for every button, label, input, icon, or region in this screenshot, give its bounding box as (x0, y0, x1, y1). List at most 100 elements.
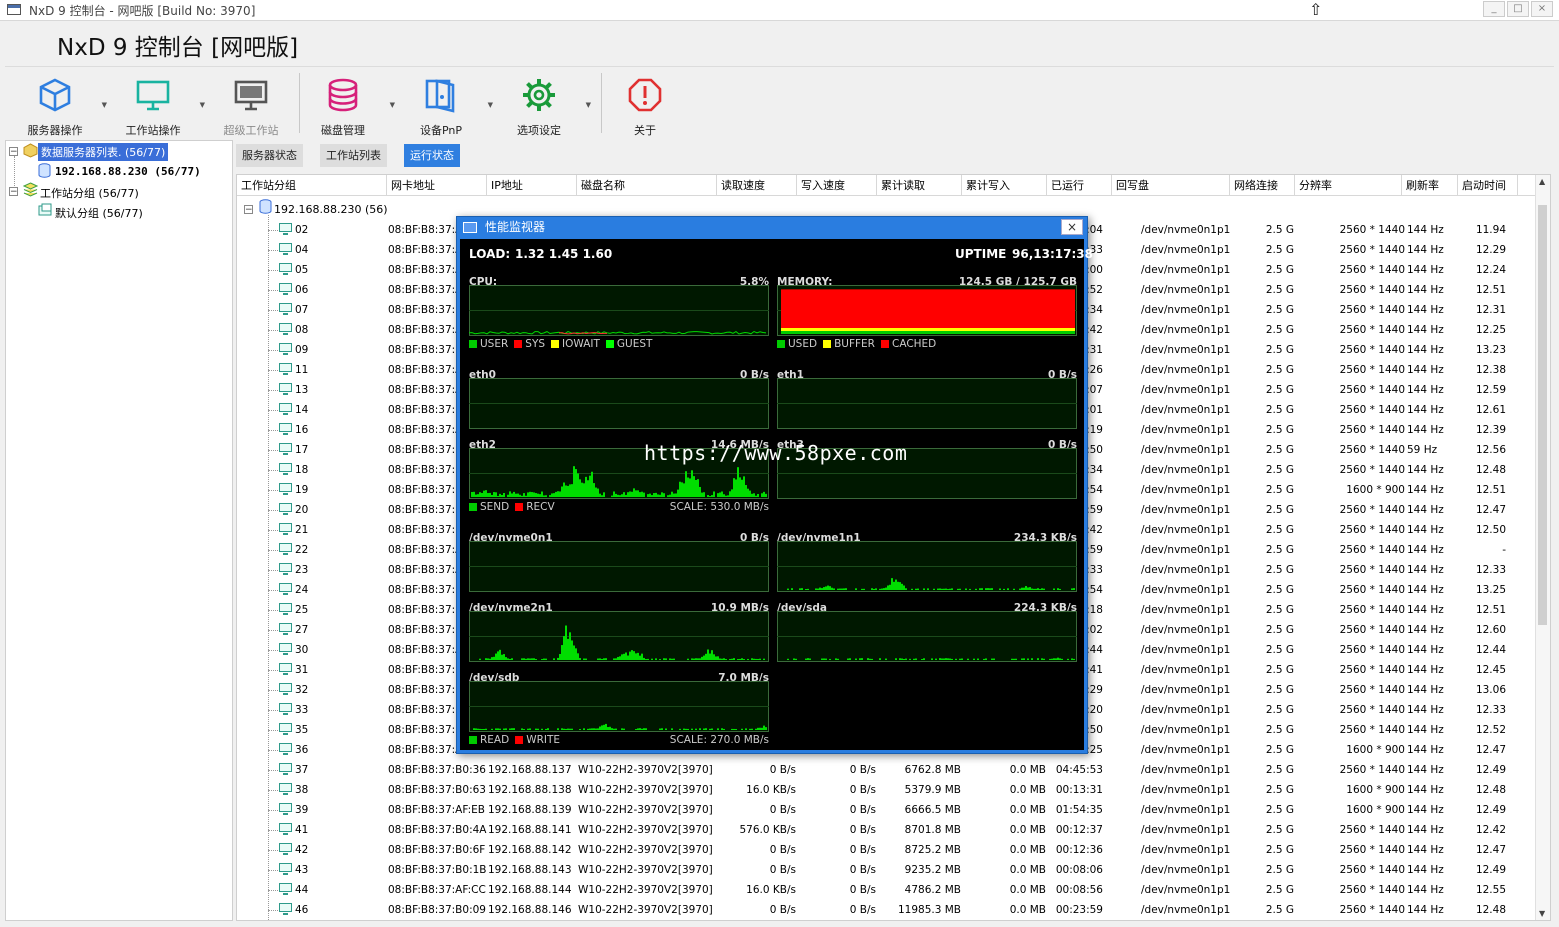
table-row[interactable]: 44 08:BF:B8:37:AF:CC 192.168.88.144 W10-22H… (237, 880, 1537, 900)
table-row[interactable]: 37 08:BF:B8:37:B0:36 192.168.88.137 W10-22H… (237, 760, 1537, 780)
chevron-down-icon[interactable]: ▼ (586, 101, 591, 109)
cell-network: 2.5 G (1265, 844, 1294, 856)
grid-group-row[interactable]: 192.168.88.230 (56) (274, 203, 388, 216)
grid-header-col-workstation-group[interactable]: 工作站分组 (237, 175, 387, 195)
cell-refresh-rate: 144 Hz (1407, 264, 1444, 276)
table-row[interactable]: 38 08:BF:B8:37:B0:63 192.168.88.138 W10-22H… (237, 780, 1537, 800)
cell-boot-time: 12.51 (1475, 604, 1506, 616)
toolbar-separator (299, 73, 300, 133)
chevron-down-icon[interactable]: ▼ (102, 101, 107, 109)
grid-header-col-refresh-rate[interactable]: 刷新率 (1402, 175, 1458, 195)
chevron-down-icon[interactable]: ▼ (390, 101, 395, 109)
cell-workstation-name: 27 (295, 624, 309, 636)
tree-default-group[interactable]: 默认分组 (56/77) (55, 205, 143, 221)
table-row[interactable]: 42 08:BF:B8:37:B0:6F 192.168.88.142 W10-22H… (237, 840, 1537, 860)
super-workstation-button[interactable]: 超级工作站 (215, 69, 287, 139)
scroll-down-icon[interactable]: ▼ (1539, 909, 1545, 918)
grid-header-col-write-speed[interactable]: 写入速度 (797, 175, 877, 195)
cell-boot-time: 12.24 (1475, 264, 1506, 276)
perf-titlebar[interactable]: 性能监视器 (457, 217, 1087, 238)
gear-icon (523, 79, 555, 111)
scroll-up-icon[interactable]: ▲ (1539, 177, 1545, 186)
cell-read-speed: 16.0 KB/s (746, 884, 796, 896)
cell-network: 2.5 G (1265, 704, 1294, 716)
collapse-toggle[interactable]: − (9, 147, 18, 157)
collapse-toggle[interactable]: − (9, 187, 18, 197)
cell-workstation-name: 17 (295, 444, 309, 456)
cell-resolution: 2560 * 1440 (1339, 884, 1405, 896)
perf-close-button[interactable]: × (1061, 219, 1083, 235)
device-pnp-icon (425, 79, 455, 113)
cell-writeback-disk: /dev/nvme0n1p1 (1141, 484, 1231, 496)
close-window-button[interactable]: × (1531, 1, 1553, 17)
table-row[interactable]: 41 08:BF:B8:37:B0:4A 192.168.88.141 W10-22H… (237, 820, 1537, 840)
device-pnp-button[interactable]: 设备PnP ▼ (405, 69, 493, 139)
grid-header-col-network[interactable]: 网络连接 (1230, 175, 1295, 195)
legend-label: IOWAIT (562, 338, 600, 350)
cell-network: 2.5 G (1265, 904, 1294, 916)
grid-header-col-uptime[interactable]: 已运行 (1047, 175, 1112, 195)
workstation-icon (279, 583, 292, 595)
server-ops-button[interactable]: 服务器操作 ▼ (19, 69, 107, 139)
maximize-button[interactable]: □ (1507, 1, 1529, 17)
cell-write-speed: 0 B/s (849, 784, 876, 796)
cell-network: 2.5 G (1265, 564, 1294, 576)
tree-server-list[interactable]: 数据服务器列表. (56/77) (38, 143, 169, 161)
options-button[interactable]: 选项设定 ▼ (503, 69, 591, 139)
cell-network: 2.5 G (1265, 764, 1294, 776)
table-row[interactable]: 39 08:BF:B8:37:AF:EB 192.168.88.139 W10-22H… (237, 800, 1537, 820)
memory-buffer-area (781, 328, 1075, 331)
cell-resolution: 2560 * 1440 (1339, 284, 1405, 296)
workstation-icon (279, 243, 292, 255)
cell-disk-name: W10-22H2-3970V2[3970] (578, 864, 713, 876)
cell-resolution: 2560 * 1440 (1339, 644, 1405, 656)
workstation-icon (279, 763, 292, 775)
tree-line (268, 850, 278, 851)
tree-server-ip[interactable]: 192.168.88.230 (56/77) (55, 165, 201, 178)
group-layers-icon (23, 182, 38, 197)
grid-header-col-total-write[interactable]: 累计写入 (962, 175, 1047, 195)
cell-resolution: 2560 * 1440 (1339, 424, 1405, 436)
scrollbar-thumb[interactable] (1538, 205, 1547, 625)
grid-header-col-disk-name[interactable]: 磁盘名称 (577, 175, 717, 195)
chevron-down-icon[interactable]: ▼ (488, 101, 493, 109)
options-label: 选项设定 (517, 124, 561, 137)
cell-boot-time: 12.33 (1475, 564, 1506, 576)
cell-resolution: 2560 * 1440 (1339, 824, 1405, 836)
cell-read-speed: 576.0 KB/s (739, 824, 797, 836)
cell-refresh-rate: 144 Hz (1407, 284, 1444, 296)
grid-header-col-ip[interactable]: IP地址 (487, 175, 577, 195)
cell-workstation-name: 37 (295, 764, 309, 776)
collapse-toggle[interactable]: − (244, 205, 253, 215)
cell-network: 2.5 G (1265, 464, 1294, 476)
grid-header-col-read-speed[interactable]: 读取速度 (717, 175, 797, 195)
disk-management-button[interactable]: 磁盘管理 ▼ (307, 69, 395, 139)
grid-header-col-boot-time[interactable]: 启动时间 (1458, 175, 1518, 195)
cell-resolution: 2560 * 1440 (1339, 264, 1405, 276)
workstation-ops-button[interactable]: 工作站操作 ▼ (117, 69, 205, 139)
table-row[interactable]: 46 08:BF:B8:37:B0:09 192.168.88.146 W10-22H… (237, 900, 1537, 920)
workstation-icon (279, 363, 292, 375)
vertical-scrollbar[interactable]: ▲ ▼ (1535, 175, 1550, 920)
chevron-down-icon[interactable]: ▼ (200, 101, 205, 109)
panel-nvme1n1-graph (777, 541, 1077, 592)
grid-header-col-total-read[interactable]: 累计读取 (877, 175, 962, 195)
minimize-button[interactable]: _ (1483, 1, 1505, 17)
grid-header-col-mac[interactable]: 网卡地址 (387, 175, 487, 195)
tab-running-status[interactable]: 运行状态 (404, 144, 460, 167)
cell-refresh-rate: 144 Hz (1407, 404, 1444, 416)
tree-workstation-groups[interactable]: 工作站分组 (56/77) (40, 185, 139, 201)
cell-mac: 08:BF:B8:37:B0:4A (388, 824, 487, 836)
grid-header-col-writeback-disk[interactable]: 回写盘 (1112, 175, 1230, 195)
cell-workstation-name: 14 (295, 404, 309, 416)
cell-network: 2.5 G (1265, 604, 1294, 616)
table-row[interactable]: 43 08:BF:B8:37:B0:1B 192.168.88.143 W10-22H… (237, 860, 1537, 880)
grid-header-col-resolution[interactable]: 分辨率 (1295, 175, 1402, 195)
tab-workstation-list[interactable]: 工作站列表 (320, 144, 387, 167)
grid-header: 工作站分组 网卡地址 IP地址 磁盘名称 读取速度 写入速度 累计读取 累计写入 已运行 回写盘网… (237, 175, 1550, 196)
database-icon (38, 163, 51, 178)
cell-resolution: 2560 * 1440 (1339, 384, 1405, 396)
cell-ip: 192.168.88.141 (488, 824, 572, 836)
about-button[interactable]: 关于 (609, 69, 681, 139)
tab-server-status[interactable]: 服务器状态 (236, 144, 303, 167)
